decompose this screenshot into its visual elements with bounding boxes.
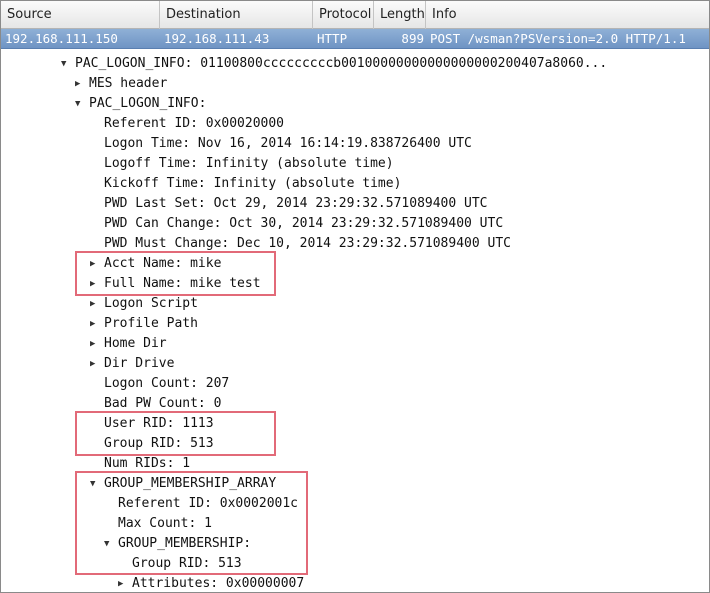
collapsed-arrow-icon[interactable]: ▶ [118, 574, 132, 592]
tree-item-label: Referent ID: 0x00020000 [104, 116, 285, 131]
tree-item-logon-script[interactable]: ▶ Logon Script [90, 294, 198, 314]
tree-item-kickoff-time[interactable]: Kickoff Time: Infinity (absolute time) [104, 174, 401, 194]
packet-protocol: HTTP [317, 31, 348, 46]
collapsed-arrow-icon[interactable]: ▶ [90, 254, 104, 274]
packet-details-window: Source Destination Protocol Length Info … [0, 0, 710, 593]
tree-item-attributes[interactable]: ▶ Attributes: 0x00000007 [118, 574, 305, 592]
tree-item-acct-name[interactable]: ▶ Acct Name: mike [90, 254, 221, 274]
tree-item-pwd-can-change[interactable]: PWD Can Change: Oct 30, 2014 23:29:32.57… [104, 214, 503, 234]
tree-item-profile-path[interactable]: ▶ Profile Path [90, 314, 198, 334]
collapsed-arrow-icon[interactable]: ▶ [90, 294, 104, 314]
expanded-arrow-icon[interactable]: ▼ [90, 474, 104, 494]
tree-item-logoff-time[interactable]: Logoff Time: Infinity (absolute time) [104, 154, 394, 174]
packet-source: 192.168.111.150 [5, 31, 118, 46]
tree-item-home-dir[interactable]: ▶ Home Dir [90, 334, 167, 354]
tree-item-label: Num RIDs: 1 [104, 456, 191, 471]
tree-item-mes-header[interactable]: ▶ MES header [75, 74, 167, 94]
tree-item-label: Home Dir [104, 336, 167, 351]
tree-item-label: PWD Last Set: Oct 29, 2014 23:29:32.5710… [104, 196, 488, 211]
packet-info: POST /wsman?PSVersion=2.0 HTTP/1.1 [430, 31, 686, 46]
tree-item-label: PAC_LOGON_INFO: 01100800cccccccccb001000… [75, 56, 608, 71]
expanded-arrow-icon[interactable]: ▼ [75, 94, 89, 114]
tree-item-label: Group RID: 513 [104, 436, 214, 451]
collapsed-arrow-icon[interactable]: ▶ [90, 354, 104, 374]
tree-item-user-rid[interactable]: User RID: 1113 [104, 414, 214, 434]
tree-item-num-rids[interactable]: Num RIDs: 1 [104, 454, 190, 474]
tree-item-dir-drive[interactable]: ▶ Dir Drive [90, 354, 174, 374]
tree-item-membership-group-rid[interactable]: Group RID: 513 [132, 554, 242, 574]
tree-item-referent-id[interactable]: Referent ID: 0x00020000 [104, 114, 284, 134]
packet-destination: 192.168.111.43 [164, 31, 270, 46]
tree-item-pwd-last-set[interactable]: PWD Last Set: Oct 29, 2014 23:29:32.5710… [104, 194, 488, 214]
column-info[interactable]: Info [426, 1, 709, 29]
tree-item-group-membership-array[interactable]: ▼ GROUP_MEMBERSHIP_ARRAY [90, 474, 276, 494]
tree-item-label: Acct Name: mike [104, 256, 222, 271]
tree-item-full-name[interactable]: ▶ Full Name: mike test [90, 274, 261, 294]
tree-item-label: User RID: 1113 [104, 416, 214, 431]
tree-item-group-rid[interactable]: Group RID: 513 [104, 434, 214, 454]
tree-item-label: Max Count: 1 [118, 516, 212, 531]
collapsed-arrow-icon[interactable]: ▶ [90, 314, 104, 334]
tree-item-label: Logon Time: Nov 16, 2014 16:14:19.838726… [104, 136, 472, 151]
tree-item-pwd-must-change[interactable]: PWD Must Change: Dec 10, 2014 23:29:32.5… [104, 234, 511, 254]
collapsed-arrow-icon[interactable]: ▶ [75, 74, 89, 94]
selected-packet-row[interactable]: 192.168.111.150 192.168.111.43 HTTP 899 … [1, 29, 709, 49]
tree-item-label: Logon Count: 207 [104, 376, 230, 391]
collapsed-arrow-icon[interactable]: ▶ [90, 334, 104, 354]
expanded-arrow-icon[interactable]: ▼ [104, 534, 118, 554]
tree-item-label: Full Name: mike test [104, 276, 261, 291]
tree-item-label: Profile Path [104, 316, 198, 331]
tree-item-label: GROUP_MEMBERSHIP_ARRAY [104, 476, 277, 491]
packet-length: 899 [401, 31, 424, 46]
column-destination[interactable]: Destination [160, 1, 313, 29]
tree-item-label: PWD Can Change: Oct 30, 2014 23:29:32.57… [104, 216, 504, 231]
tree-item-label: Kickoff Time: Infinity (absolute time) [104, 176, 402, 191]
tree-item-label: Group RID: 513 [132, 556, 242, 571]
tree-item-max-count[interactable]: Max Count: 1 [118, 514, 212, 534]
tree-item-label: MES header [89, 76, 168, 91]
packet-list-header: Source Destination Protocol Length Info [1, 1, 709, 29]
column-source[interactable]: Source [1, 1, 160, 29]
tree-item-bad-pw-count[interactable]: Bad PW Count: 0 [104, 394, 221, 414]
tree-item-label: Dir Drive [104, 356, 175, 371]
expanded-arrow-icon[interactable]: ▼ [61, 54, 75, 74]
collapsed-arrow-icon[interactable]: ▶ [90, 274, 104, 294]
tree-item-label: Logoff Time: Infinity (absolute time) [104, 156, 394, 171]
tree-item-label: PWD Must Change: Dec 10, 2014 23:29:32.5… [104, 236, 511, 251]
tree-item-logon-time[interactable]: Logon Time: Nov 16, 2014 16:14:19.838726… [104, 134, 472, 154]
tree-item-group-membership[interactable]: ▼ GROUP_MEMBERSHIP: [104, 534, 251, 554]
tree-item-label: GROUP_MEMBERSHIP: [118, 536, 252, 551]
tree-item-label: Attributes: 0x00000007 [132, 576, 305, 591]
tree-item-pac-logon-info[interactable]: ▼ PAC_LOGON_INFO: [75, 94, 206, 114]
tree-item-label: Bad PW Count: 0 [104, 396, 222, 411]
column-length[interactable]: Length [374, 1, 426, 29]
column-protocol[interactable]: Protocol [313, 1, 374, 29]
tree-item-label: PAC_LOGON_INFO: [89, 96, 207, 111]
tree-item-label: Referent ID: 0x0002001c [118, 496, 299, 511]
tree-item-pac-logon-info-raw[interactable]: ▼ PAC_LOGON_INFO: 01100800cccccccccb00100… [61, 54, 607, 74]
tree-item-logon-count[interactable]: Logon Count: 207 [104, 374, 229, 394]
tree-item-label: Logon Script [104, 296, 198, 311]
tree-item-array-referent-id[interactable]: Referent ID: 0x0002001c [118, 494, 298, 514]
